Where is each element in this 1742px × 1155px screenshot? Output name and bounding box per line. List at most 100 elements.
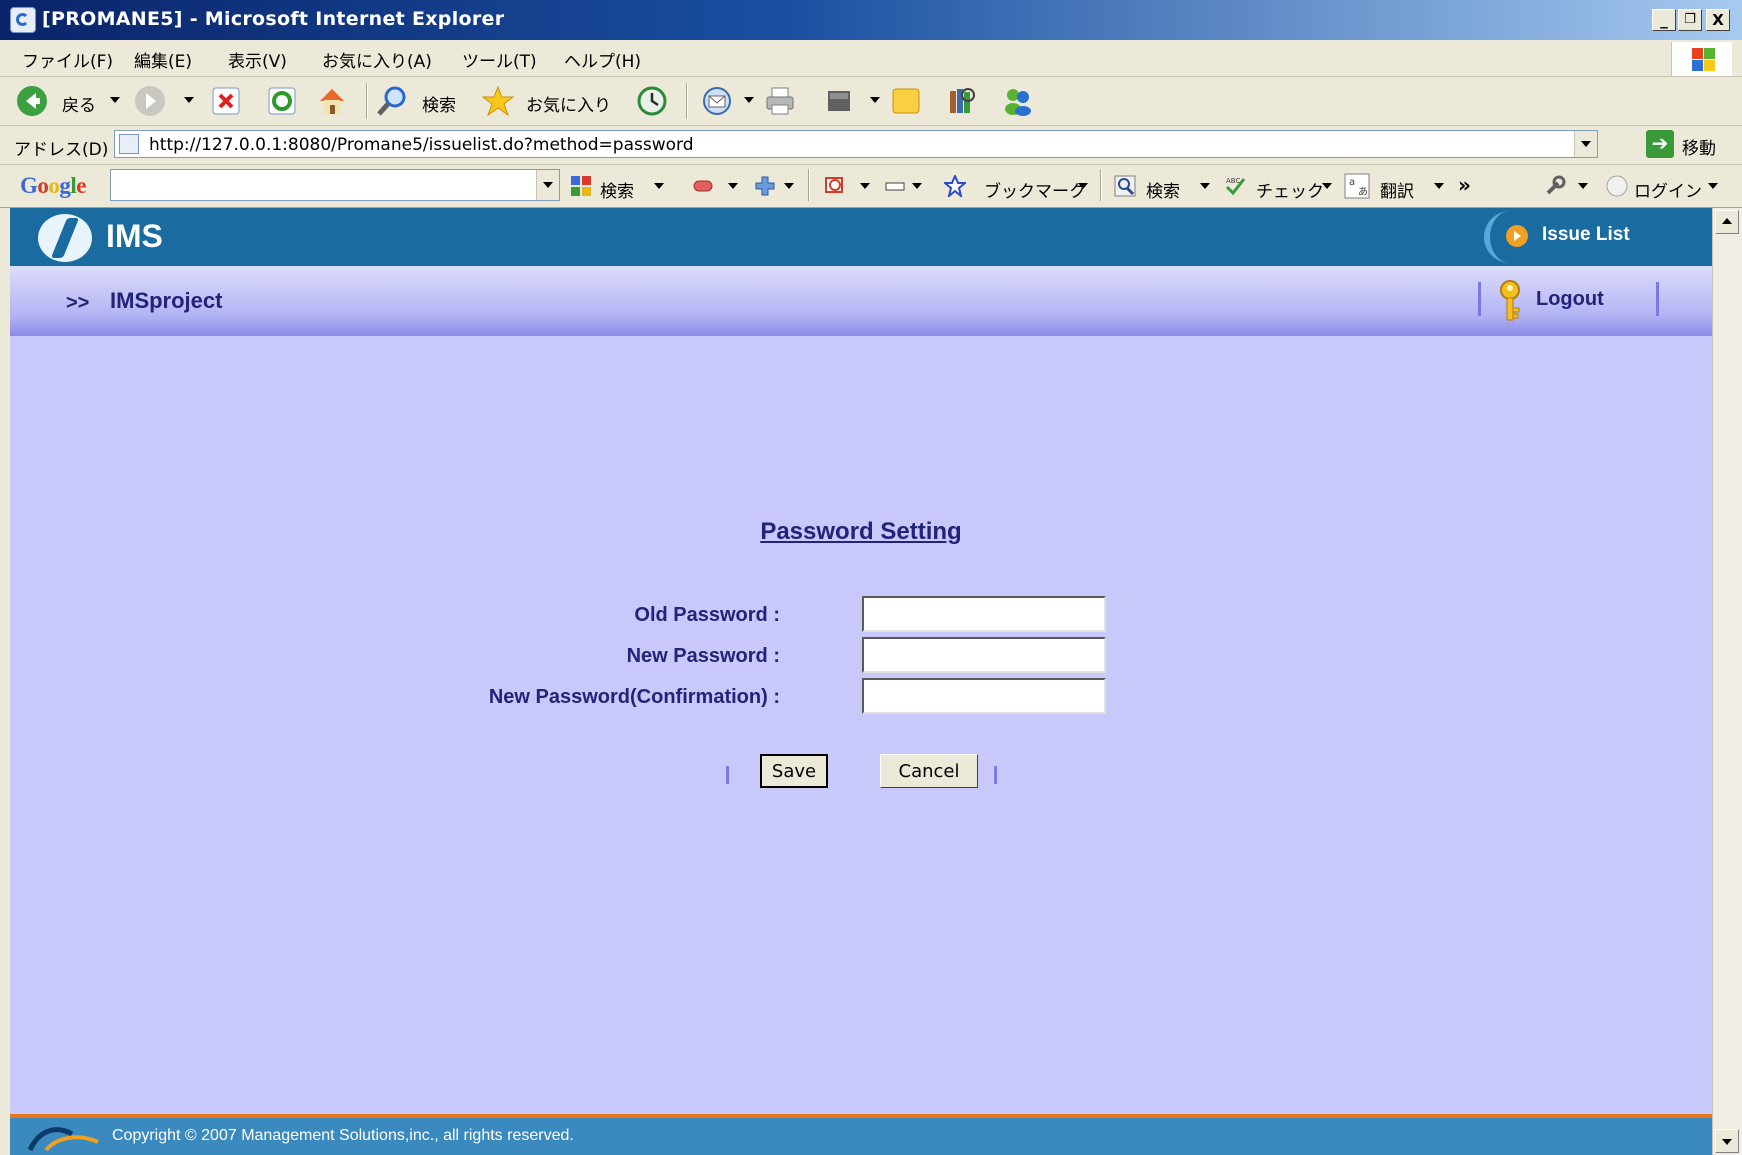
translate-label[interactable]: 翻訳 (1380, 177, 1414, 202)
history-icon[interactable] (636, 85, 668, 117)
refresh-icon[interactable] (266, 85, 298, 117)
address-dropdown-button[interactable] (1574, 131, 1597, 157)
page-footer: Copyright © 2007 Management Solutions,in… (10, 1118, 1712, 1155)
home-icon[interactable] (316, 85, 348, 117)
play-circle-icon (1506, 225, 1528, 247)
magnifier-icon[interactable] (1114, 175, 1136, 197)
button-group-left-bar (726, 766, 729, 784)
menu-tools[interactable]: ツール(T) (462, 47, 537, 72)
windows-logo-icon (1671, 42, 1732, 76)
search2-dropdown-arrow[interactable] (1200, 183, 1210, 189)
check-label[interactable]: チェック (1256, 177, 1324, 202)
close-button[interactable]: X (1706, 9, 1730, 31)
menu-edit[interactable]: 編集(E) (134, 47, 192, 72)
add-button-icon[interactable] (754, 175, 776, 197)
bookmarks-label[interactable]: ブックマーク (984, 177, 1086, 202)
popup-dropdown-arrow[interactable] (860, 183, 870, 189)
bookmarks-dropdown-arrow[interactable] (1078, 183, 1088, 189)
pagerank-icon[interactable] (692, 175, 714, 197)
google-search-dropdown-arrow[interactable] (654, 183, 664, 189)
svg-text:a: a (1349, 177, 1355, 188)
google-toolbar: Google 検索 ブックマーク 検索 ABC チェック aあ 翻訳 » ログイ… (0, 165, 1742, 208)
search2-label[interactable]: 検索 (1146, 177, 1180, 202)
confirm-password-field[interactable] (862, 678, 1106, 714)
discuss-icon[interactable] (890, 85, 922, 117)
confirm-password-label: New Password(Confirmation) : (488, 686, 780, 708)
menu-help[interactable]: ヘルプ(H) (564, 47, 641, 72)
issue-list-label[interactable]: Issue List (1542, 224, 1630, 246)
edit-dropdown-arrow[interactable] (870, 97, 880, 103)
window-title-bar[interactable]: [PROMANE5] - Microsoft Internet Explorer… (0, 0, 1742, 40)
menu-favorites[interactable]: お気に入り(A) (322, 47, 432, 72)
old-password-field[interactable] (862, 596, 1106, 632)
translate-dropdown-arrow[interactable] (1434, 183, 1444, 189)
go-button[interactable]: 移動 (1682, 134, 1716, 159)
menu-file[interactable]: ファイル(F) (22, 47, 113, 72)
favorites-label[interactable]: お気に入り (526, 91, 611, 116)
new-password-field[interactable] (862, 637, 1106, 673)
search-icon[interactable] (376, 85, 408, 117)
company-swoosh-logo (28, 1127, 99, 1152)
pagerank-dropdown-arrow[interactable] (728, 183, 738, 189)
search-label[interactable]: 検索 (422, 91, 456, 116)
minimize-button[interactable]: _ (1652, 9, 1676, 31)
add-dropdown-arrow[interactable] (784, 183, 794, 189)
login-dropdown-arrow[interactable] (1708, 183, 1718, 189)
maximize-button[interactable]: ❐ (1678, 9, 1702, 31)
back-icon[interactable] (16, 85, 48, 117)
popup-blocker-icon[interactable] (824, 175, 846, 197)
edit-icon[interactable] (824, 85, 856, 117)
toolbar-separator (366, 83, 368, 119)
login-label[interactable]: ログイン (1634, 177, 1702, 202)
settings-dropdown-arrow[interactable] (1578, 183, 1588, 189)
more-chevron[interactable]: » (1458, 173, 1471, 197)
button-group-right-bar (994, 766, 997, 784)
save-button[interactable]: Save (760, 754, 828, 788)
mail-icon[interactable] (702, 85, 734, 117)
logout-link[interactable]: Logout (1536, 288, 1604, 311)
page-icon (119, 134, 139, 154)
settings-wrench-icon[interactable] (1544, 175, 1566, 197)
back-dropdown-arrow[interactable] (110, 97, 120, 103)
google-search-label[interactable]: 検索 (600, 177, 634, 202)
research-icon[interactable] (946, 85, 978, 117)
menu-view[interactable]: 表示(V) (228, 47, 287, 72)
vertical-scrollbar[interactable] (1712, 208, 1742, 1155)
scroll-up-button[interactable] (1715, 210, 1739, 234)
app-header: IMS Issue List (10, 208, 1712, 266)
google-search-input[interactable] (110, 169, 560, 201)
old-password-label: Old Password : (634, 604, 780, 626)
scroll-down-button[interactable] (1715, 1129, 1739, 1153)
favorites-star-icon[interactable] (482, 85, 514, 117)
bookmark-star-icon[interactable] (944, 175, 966, 197)
google-logo: Google (20, 173, 86, 198)
svg-text:あ: あ (1358, 186, 1368, 198)
forward-dropdown-arrow[interactable] (184, 97, 194, 103)
go-arrow-icon[interactable]: ➔ (1646, 130, 1674, 158)
forward-icon[interactable] (134, 85, 166, 117)
print-icon[interactable] (764, 85, 796, 117)
messenger-icon[interactable] (1002, 85, 1034, 117)
login-user-icon[interactable] (1606, 175, 1628, 197)
page-viewport: IMS Issue List >> IMSproject Logout Pass… (10, 208, 1712, 1155)
ie-app-icon (10, 7, 36, 33)
back-label[interactable]: 戻る (62, 91, 96, 116)
autofill-icon[interactable] (884, 175, 906, 197)
address-bar: アドレス(D) http://127.0.0.1:8080/Promane5/i… (0, 126, 1742, 165)
address-input[interactable]: http://127.0.0.1:8080/Promane5/issuelist… (114, 130, 1598, 158)
address-label: アドレス(D) (14, 140, 109, 160)
issue-list-link[interactable]: Issue List (1484, 211, 1712, 263)
google-search-icon[interactable] (570, 175, 592, 197)
divider (1656, 282, 1659, 316)
mail-dropdown-arrow[interactable] (744, 97, 754, 103)
google-search-dropdown[interactable] (536, 170, 559, 200)
address-url[interactable]: http://127.0.0.1:8080/Promane5/issuelist… (149, 135, 694, 155)
divider (1478, 282, 1481, 316)
autofill-dropdown-arrow[interactable] (912, 183, 922, 189)
cancel-button[interactable]: Cancel (880, 754, 978, 788)
spellcheck-icon[interactable]: ABC (1224, 175, 1246, 197)
translate-icon[interactable]: aあ (1344, 173, 1370, 199)
standard-toolbar: 戻る 検索 お気に入り (0, 77, 1742, 126)
check-dropdown-arrow[interactable] (1322, 183, 1332, 189)
stop-icon[interactable] (210, 85, 242, 117)
